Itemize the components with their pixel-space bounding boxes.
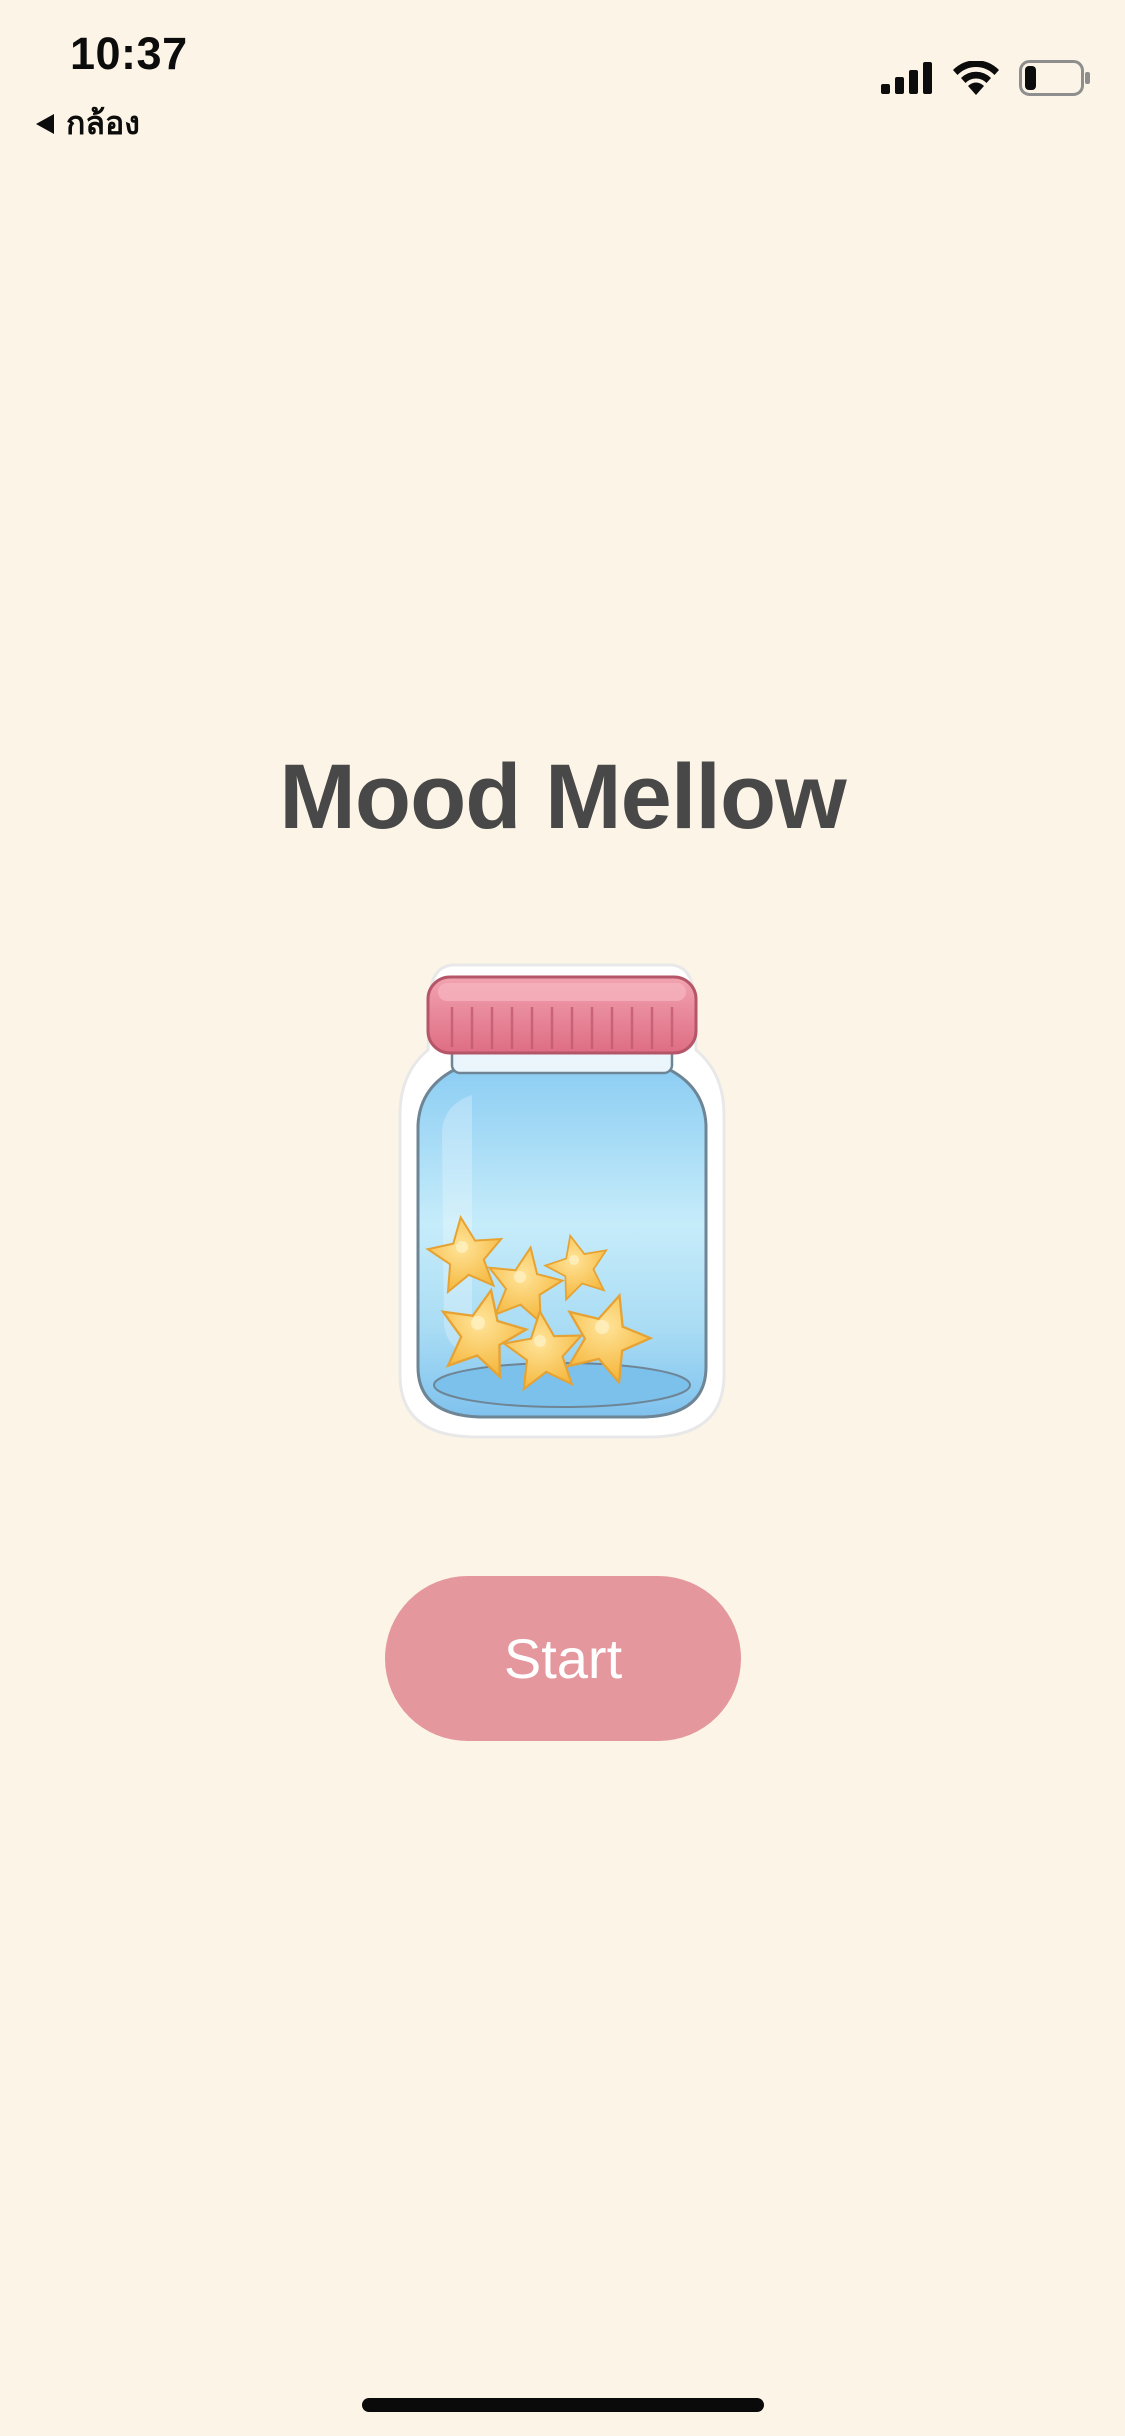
back-link-label: กล้อง [66,104,140,142]
status-icons [881,60,1091,96]
star-jar-illustration-svg [398,963,726,1439]
status-bar: 10:37 กล้อง [0,0,1125,150]
cellular-signal-icon [881,62,932,94]
status-time: 10:37 [70,28,188,79]
home-indicator[interactable] [362,2398,764,2412]
back-to-camera-link[interactable]: กล้อง [36,98,140,149]
back-triangle-icon [36,113,54,134]
battery-level-fill [1025,66,1036,90]
app-screen: 10:37 กล้อง Mood Mellow Start [0,0,1125,2436]
battery-icon [1019,60,1090,96]
star-jar-illustration [392,955,732,1445]
app-title: Mood Mellow [279,746,846,848]
wifi-icon [953,61,999,95]
start-button[interactable]: Start [385,1576,741,1741]
